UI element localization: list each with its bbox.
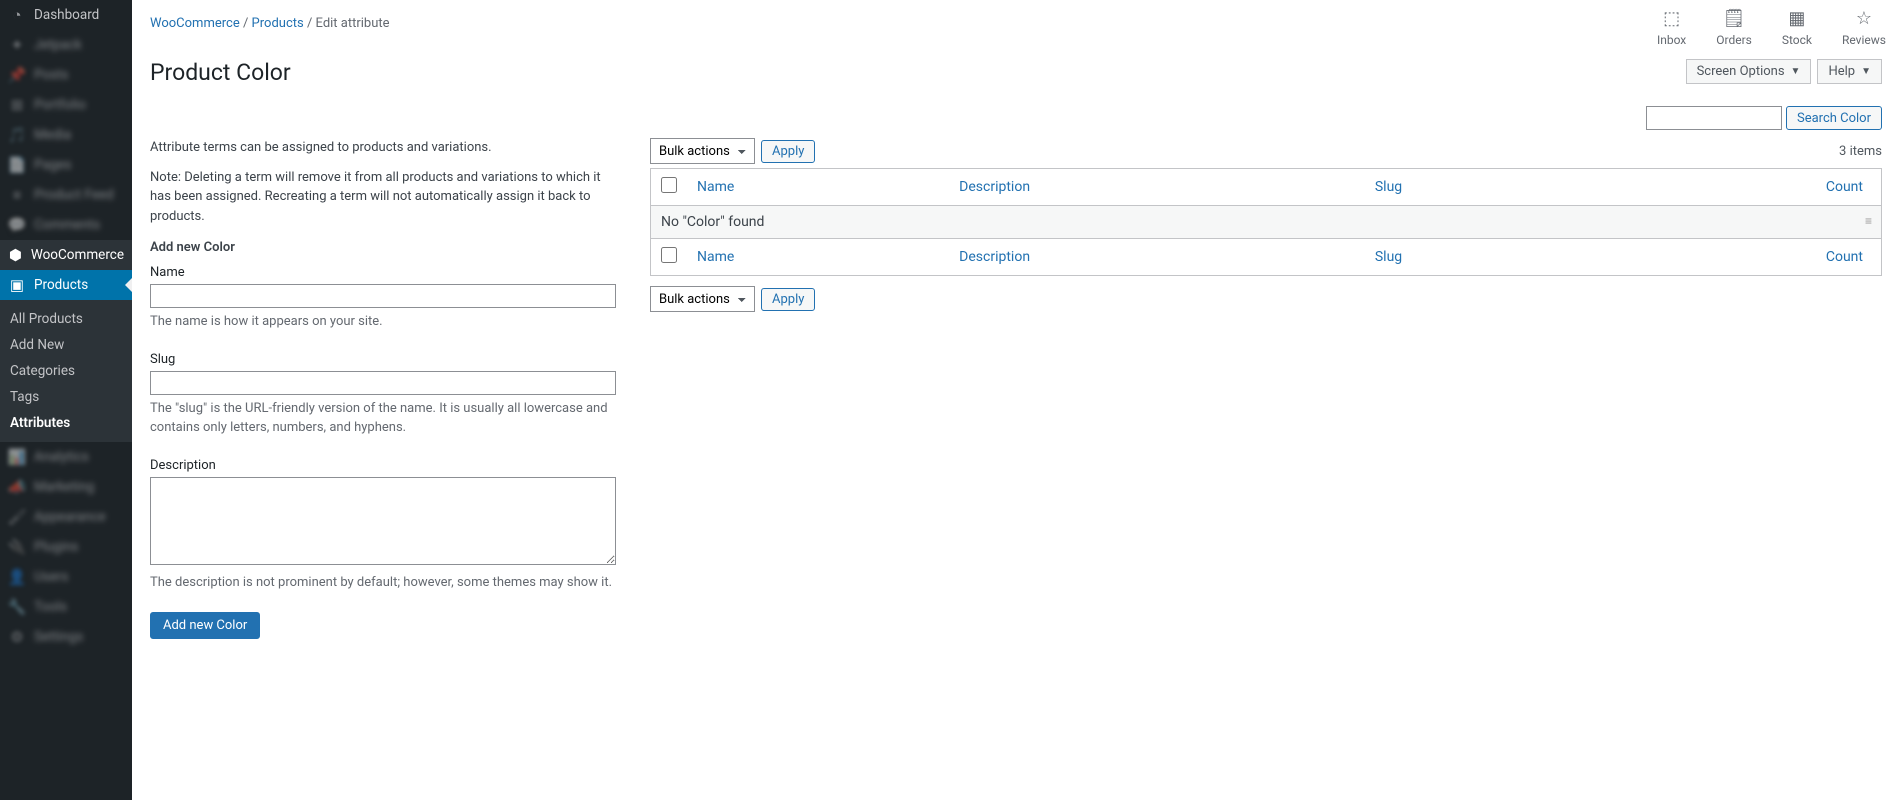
breadcrumb-woocommerce[interactable]: WooCommerce: [150, 16, 240, 31]
screen-options-button[interactable]: Screen Options▼: [1686, 59, 1812, 84]
col-name[interactable]: Name: [697, 179, 734, 195]
table-empty-row: No "Color" found≡: [651, 206, 1882, 239]
sidebar-item-marketing[interactable]: 📣Marketing: [0, 472, 132, 502]
apply-button-bottom[interactable]: Apply: [761, 288, 815, 311]
caret-down-icon: ▼: [1791, 66, 1801, 77]
breadcrumb-current: Edit attribute: [316, 16, 390, 31]
col-description[interactable]: Description: [959, 179, 1030, 195]
bulk-action-select-bottom[interactable]: Bulk actions: [650, 286, 755, 312]
sidebar-item-media[interactable]: 🎵Media: [0, 120, 132, 150]
submenu-all-products[interactable]: All Products: [0, 306, 132, 332]
activity-orders[interactable]: 🗒Orders: [1716, 8, 1752, 47]
admin-sidebar: ◔Dashboard ✦Jetpack 📌Posts ⊞Portfolio 🎵M…: [0, 0, 132, 800]
search-button[interactable]: Search Color: [1786, 106, 1882, 130]
name-label: Name: [150, 265, 616, 280]
sidebar-item-productfeed[interactable]: ≡Product Feed: [0, 180, 132, 210]
submenu-tags[interactable]: Tags: [0, 384, 132, 410]
sidebar-item-portfolio[interactable]: ⊞Portfolio: [0, 90, 132, 120]
select-all-bottom[interactable]: [661, 247, 677, 263]
activity-panel: ⬚Inbox 🗒Orders ▦Stock ☆Reviews: [1643, 0, 1900, 55]
dashboard-icon: ◔: [8, 6, 26, 24]
items-count: 3 items: [1839, 144, 1882, 159]
sidebar-item-tools[interactable]: 🔧Tools: [0, 592, 132, 622]
apply-button-top[interactable]: Apply: [761, 140, 815, 163]
sidebar-item-analytics[interactable]: 📊Analytics: [0, 442, 132, 472]
caret-down-icon: ▼: [1861, 66, 1871, 77]
sidebar-item-settings[interactable]: ⚙Settings: [0, 622, 132, 652]
description-textarea[interactable]: [150, 477, 616, 565]
slug-help: The "slug" is the URL-friendly version o…: [150, 399, 616, 438]
stock-icon: ▦: [1788, 8, 1805, 29]
sidebar-item-pages[interactable]: 📄Pages: [0, 150, 132, 180]
description-label: Description: [150, 458, 616, 473]
sidebar-item-plugins[interactable]: 🔌Plugins: [0, 532, 132, 562]
main-content: ⬚Inbox 🗒Orders ▦Stock ☆Reviews WooCommer…: [132, 0, 1900, 800]
sidebar-item-products[interactable]: ▣Products: [0, 270, 132, 300]
add-new-color-button[interactable]: Add new Color: [150, 612, 260, 639]
activity-reviews[interactable]: ☆Reviews: [1842, 8, 1886, 47]
select-all-top[interactable]: [661, 177, 677, 193]
star-icon: ☆: [1856, 8, 1872, 29]
col-description-bottom[interactable]: Description: [959, 249, 1030, 265]
submenu-categories[interactable]: Categories: [0, 358, 132, 384]
submenu-add-new[interactable]: Add New: [0, 332, 132, 358]
terms-table: Name Description Slug Count No "Color" f…: [650, 168, 1882, 276]
breadcrumb: WooCommerce / Products / Edit attribute: [150, 16, 1882, 31]
sidebar-item-dashboard[interactable]: ◔Dashboard: [0, 0, 132, 30]
orders-icon: 🗒: [1723, 8, 1746, 29]
bulk-action-select-top[interactable]: Bulk actions: [650, 138, 755, 164]
sidebar-item-woocommerce[interactable]: ⬢WooCommerce: [0, 240, 132, 270]
col-slug[interactable]: Slug: [1375, 179, 1402, 195]
woocommerce-icon: ⬢: [8, 246, 23, 264]
help-button[interactable]: Help▼: [1817, 59, 1882, 84]
col-slug-bottom[interactable]: Slug: [1375, 249, 1402, 265]
slug-input[interactable]: [150, 371, 616, 395]
sidebar-item-appearance[interactable]: 🖌Appearance: [0, 502, 132, 532]
activity-stock[interactable]: ▦Stock: [1782, 8, 1812, 47]
add-new-heading: Add new Color: [150, 240, 616, 255]
note-text: Note: Deleting a term will remove it fro…: [150, 168, 616, 227]
description-help: The description is not prominent by defa…: [150, 573, 616, 593]
activity-inbox[interactable]: ⬚Inbox: [1657, 8, 1686, 47]
products-icon: ▣: [8, 276, 26, 294]
breadcrumb-products[interactable]: Products: [252, 16, 304, 31]
sidebar-item-posts[interactable]: 📌Posts: [0, 60, 132, 90]
col-count[interactable]: Count: [1826, 179, 1863, 195]
name-help: The name is how it appears on your site.: [150, 312, 616, 332]
search-input[interactable]: [1646, 106, 1782, 130]
sidebar-item-users[interactable]: 👤Users: [0, 562, 132, 592]
sidebar-item-jetpack[interactable]: ✦Jetpack: [0, 30, 132, 60]
page-title: Product Color: [150, 59, 291, 86]
submenu-attributes[interactable]: Attributes: [0, 410, 132, 436]
slug-label: Slug: [150, 352, 616, 367]
hamburger-icon: ≡: [1865, 214, 1871, 228]
sidebar-item-comments[interactable]: 💬Comments: [0, 210, 132, 240]
col-count-bottom[interactable]: Count: [1826, 249, 1863, 265]
intro-text: Attribute terms can be assigned to produ…: [150, 138, 616, 158]
col-name-bottom[interactable]: Name: [697, 249, 734, 265]
name-input[interactable]: [150, 284, 616, 308]
products-submenu: All Products Add New Categories Tags Att…: [0, 300, 132, 442]
inbox-icon: ⬚: [1663, 8, 1680, 29]
